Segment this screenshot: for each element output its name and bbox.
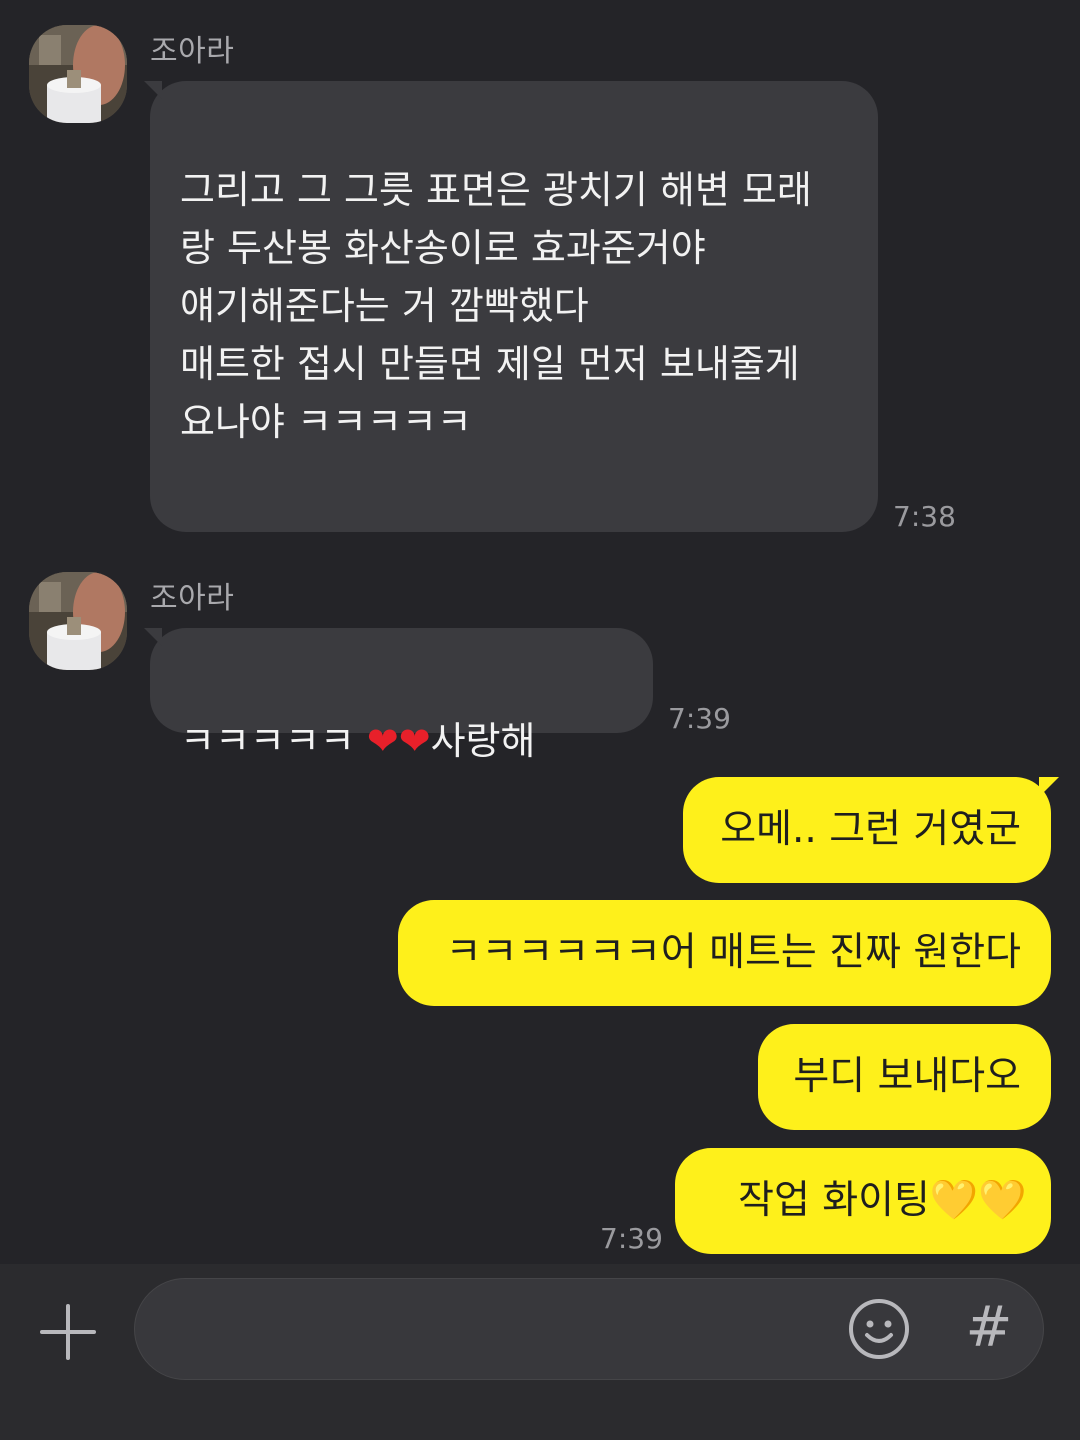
message-bubble[interactable]: ㅋㅋㅋㅋㅋ ❤❤사랑해	[144, 628, 653, 763]
my-message-bubble[interactable]: 작업 화이팅💛💛	[675, 1148, 1051, 1254]
emoji-button[interactable]	[847, 1297, 911, 1361]
hashtag-button[interactable]: #	[961, 1293, 1017, 1363]
message-text: 오메.. 그런 거였군	[720, 807, 1021, 852]
message-text: 부디 보내다오	[793, 1054, 1021, 1099]
sender-name: 조아라	[150, 34, 235, 69]
message-time: 7:39	[668, 702, 731, 735]
message-text: 사랑해	[430, 719, 536, 763]
avatar-photo	[29, 25, 127, 123]
my-message-bubble[interactable]: ㅋㅋㅋㅋㅋㅋ어 매트는 진짜 원한다	[398, 900, 1051, 1006]
red-heart-icon: ❤❤	[366, 719, 431, 763]
my-message-bubble[interactable]: 오메.. 그런 거였군	[683, 777, 1059, 883]
smiley-icon	[849, 1299, 909, 1359]
message-text: ㅋㅋㅋㅋㅋ	[180, 719, 367, 763]
plus-button[interactable]	[36, 1300, 100, 1364]
avatar-photo	[29, 572, 127, 670]
message-time: 7:39	[600, 1222, 663, 1255]
chat-screen: 조아라 그리고 그 그릇 표면은 광치기 해변 모래 랑 두산봉 화산송이로 효…	[0, 0, 1080, 1440]
input-bar: #	[0, 1264, 1080, 1440]
message-text: 그리고 그 그릇 표면은 광치기 해변 모래 랑 두산봉 화산송이로 효과준거야…	[180, 168, 812, 444]
my-message-bubble[interactable]: 부디 보내다오	[758, 1024, 1051, 1130]
message-text: ㅋㅋㅋㅋㅋㅋ어 매트는 진짜 원한다	[445, 930, 1021, 975]
message-text: 작업 화이팅	[738, 1178, 930, 1223]
sender-avatar[interactable]	[29, 25, 127, 123]
message-time: 7:38	[893, 500, 956, 533]
yellow-heart-icon: 💛💛	[929, 1178, 1027, 1223]
sender-avatar[interactable]	[29, 572, 127, 670]
sender-name: 조아라	[150, 581, 235, 616]
message-bubble[interactable]: 그리고 그 그릇 표면은 광치기 해변 모래 랑 두산봉 화산송이로 효과준거야…	[144, 81, 878, 532]
message-input[interactable]: #	[134, 1278, 1044, 1380]
plus-icon	[40, 1304, 96, 1360]
